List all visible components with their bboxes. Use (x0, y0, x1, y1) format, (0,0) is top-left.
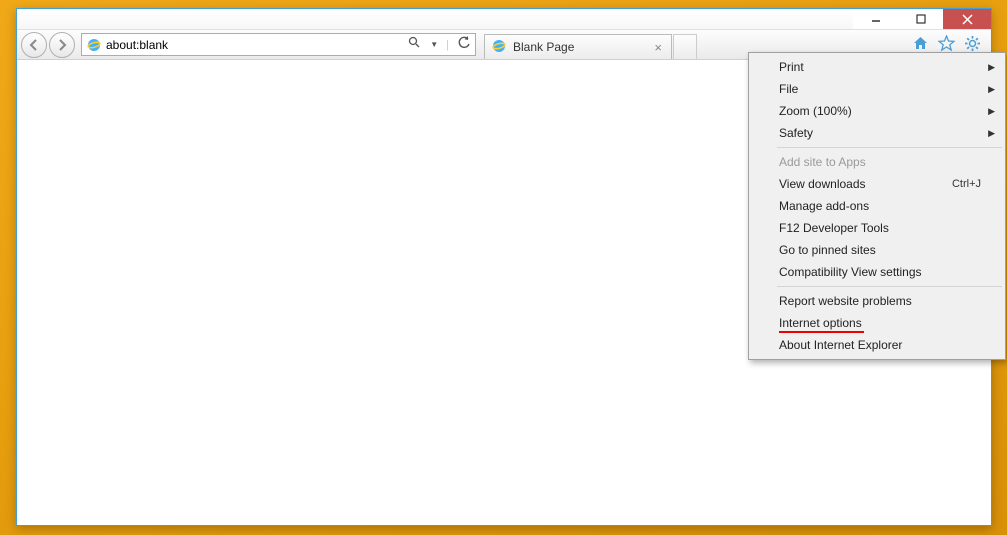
tab-label: Blank Page (513, 40, 574, 54)
menu-compat-view-settings[interactable]: Compatibility View settings (751, 261, 1003, 283)
ie-icon (491, 38, 507, 57)
menu-add-site-to-apps: Add site to Apps (751, 151, 1003, 173)
url-input[interactable] (106, 38, 404, 52)
menu-report-problems[interactable]: Report website problems (751, 290, 1003, 312)
tools-menu: Print▶ File▶ Zoom (100%)▶ Safety▶ Add si… (748, 52, 1006, 360)
search-dropdown-icon[interactable] (408, 36, 422, 53)
menu-go-to-pinned-sites[interactable]: Go to pinned sites (751, 239, 1003, 261)
refresh-button[interactable] (457, 36, 471, 53)
submenu-arrow-icon: ▶ (988, 62, 995, 73)
forward-button[interactable] (49, 32, 75, 58)
menu-f12-dev-tools[interactable]: F12 Developer Tools (751, 217, 1003, 239)
address-bar-tools: ▼ | (408, 36, 471, 53)
highlight-underline (779, 331, 864, 333)
titlebar-title (17, 12, 41, 26)
menu-internet-options[interactable]: Internet options (751, 312, 1003, 334)
menu-about-ie[interactable]: About Internet Explorer (751, 334, 1003, 356)
menu-safety[interactable]: Safety▶ (751, 122, 1003, 144)
desktop-icon[interactable] (0, 290, 14, 330)
titlebar[interactable] (17, 9, 991, 30)
submenu-arrow-icon: ▶ (988, 128, 995, 139)
back-button[interactable] (21, 32, 47, 58)
tab-blank-page[interactable]: Blank Page × (484, 34, 672, 59)
menu-separator (777, 286, 1002, 287)
close-button[interactable] (943, 9, 991, 29)
menu-manage-addons[interactable]: Manage add-ons (751, 195, 1003, 217)
minimize-button[interactable] (853, 9, 898, 29)
address-bar[interactable]: ▼ | (81, 33, 476, 56)
menu-separator (777, 147, 1002, 148)
shortcut-label: Ctrl+J (952, 178, 981, 190)
window-controls (853, 9, 991, 29)
submenu-arrow-icon: ▶ (988, 106, 995, 117)
ie-icon (86, 37, 102, 53)
separator: | (446, 39, 449, 51)
menu-file[interactable]: File▶ (751, 78, 1003, 100)
menu-print[interactable]: Print▶ (751, 56, 1003, 78)
desktop-icon[interactable] (0, 190, 14, 230)
menu-zoom[interactable]: Zoom (100%)▶ (751, 100, 1003, 122)
submenu-arrow-icon: ▶ (988, 84, 995, 95)
tab-close-icon[interactable]: × (651, 40, 665, 55)
new-tab-button[interactable] (673, 34, 697, 59)
dropdown-caret-icon[interactable]: ▼ (430, 40, 438, 49)
maximize-button[interactable] (898, 9, 943, 29)
menu-view-downloads[interactable]: View downloadsCtrl+J (751, 173, 1003, 195)
